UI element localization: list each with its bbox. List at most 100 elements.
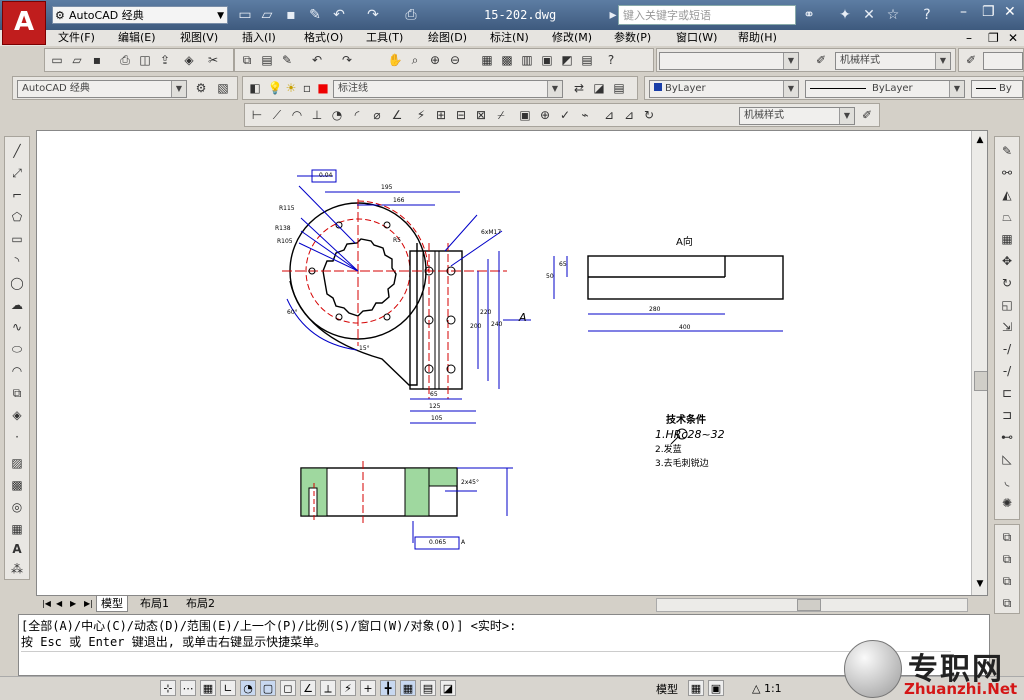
workspace-switch-icon[interactable]: ▧ [215, 80, 231, 96]
vertical-scrollbar[interactable]: ▲ ▼ [971, 131, 987, 595]
binoculars-icon[interactable]: ⚭ [800, 6, 818, 24]
angular-icon[interactable]: ∠ [389, 107, 405, 123]
quick-dim-icon[interactable]: ⚡ [413, 107, 429, 123]
tablestyle-dropdown[interactable] [983, 52, 1023, 70]
copy-icon[interactable]: ⧉ [239, 52, 255, 68]
workspace-dropdown[interactable]: ⚙ AutoCAD 经典 ▼ [52, 6, 228, 24]
osnap-icon[interactable]: ▢ [260, 680, 276, 696]
menu-draw[interactable]: 绘图(D) [428, 30, 467, 46]
arc-icon[interactable]: ◝ [9, 253, 25, 269]
add-selected-icon[interactable]: ⁂ [9, 561, 25, 577]
quick-properties-icon[interactable]: ▦ [400, 680, 416, 696]
dimstyle-icon[interactable]: ✐ [813, 52, 829, 68]
menu-dimension[interactable]: 标注(N) [490, 30, 529, 46]
trim-icon[interactable]: -/ [999, 341, 1015, 357]
ortho-icon[interactable]: ∟ [220, 680, 236, 696]
tab-layout2[interactable]: 布局2 [182, 596, 219, 611]
help-icon[interactable]: ? [918, 6, 936, 24]
menu-help[interactable]: 帮助(H) [738, 30, 777, 46]
tab-prev-icon[interactable]: ◀ [52, 596, 66, 611]
ordinate-icon[interactable]: ⊥ [309, 107, 325, 123]
infer-constraints-icon[interactable]: ⊹ [160, 680, 176, 696]
save-as-icon[interactable]: ✎ [306, 6, 324, 24]
3d-osnap-icon[interactable]: ◻ [280, 680, 296, 696]
hatch-icon[interactable]: ▨ [9, 455, 25, 471]
calculator-icon[interactable]: ▤ [579, 52, 595, 68]
break-object-icon[interactable]: ⊐ [999, 407, 1015, 423]
print-icon[interactable]: ⎙ [117, 52, 133, 68]
redo-icon[interactable]: ↷ [339, 52, 355, 68]
jogged-icon[interactable]: ◜ [349, 107, 365, 123]
publish-icon[interactable]: ⇪ [157, 52, 173, 68]
preview-icon[interactable]: ◫ [137, 52, 153, 68]
line-icon[interactable]: ╱ [9, 143, 25, 159]
paste-icon[interactable]: ▤ [259, 52, 275, 68]
diameter-icon[interactable]: ⌀ [369, 107, 385, 123]
baseline-icon[interactable]: ⊞ [433, 107, 449, 123]
save-icon[interactable]: ▪ [282, 6, 300, 24]
break-at-point-icon[interactable]: ⊏ [999, 385, 1015, 401]
zoom-realtime-icon[interactable]: ⌕ [407, 52, 423, 68]
rotate-icon[interactable]: ↻ [999, 275, 1015, 291]
menu-window[interactable]: 窗口(W) [676, 30, 717, 46]
lineweight-dropdown[interactable]: By [971, 80, 1023, 98]
scroll-down-icon[interactable]: ▼ [973, 577, 987, 591]
zoom-window-icon[interactable]: ⊕ [427, 52, 443, 68]
tab-layout1[interactable]: 布局1 [136, 596, 173, 611]
help-icon[interactable]: ? [603, 52, 619, 68]
scroll-up-icon[interactable]: ▲ [973, 133, 987, 147]
copy-object-icon[interactable]: ⚯ [999, 165, 1015, 181]
construction-line-icon[interactable]: ⤢ [9, 165, 25, 181]
table-icon[interactable]: ▦ [9, 521, 25, 537]
undo-icon[interactable]: ↶ [309, 52, 325, 68]
send-to-back-icon[interactable]: ⧉ [999, 551, 1015, 567]
drawing-canvas[interactable]: A向 A 技术条件 1.HRc28~32 2.发蓝 3.去毛刺锐边 195 16… [36, 130, 988, 596]
dyn-icon[interactable]: ⚡ [340, 680, 356, 696]
menu-tools[interactable]: 工具(T) [366, 30, 403, 46]
layer-dropdown[interactable]: 标注线 ▼ [333, 80, 563, 98]
region-icon[interactable]: ◎ [9, 499, 25, 515]
move-icon[interactable]: ✥ [999, 253, 1015, 269]
spline-icon[interactable]: ∿ [9, 319, 25, 335]
scale-icon[interactable]: ◱ [999, 297, 1015, 313]
redo-icon[interactable]: ↷ [364, 6, 382, 24]
circle-icon[interactable]: ◯ [9, 275, 25, 291]
workspace-settings-icon[interactable]: ⚙ [193, 80, 209, 96]
jog-line-icon[interactable]: ⌁ [577, 107, 593, 123]
layer-previous-icon[interactable]: ◪ [591, 80, 607, 96]
scroll-thumb[interactable] [974, 371, 987, 391]
tool-palettes-icon[interactable]: ▥ [519, 52, 535, 68]
doc-restore-icon[interactable]: ❐ [988, 30, 999, 46]
ellipse-arc-icon[interactable]: ◠ [9, 363, 25, 379]
table-style-icon[interactable]: ✐ [963, 52, 979, 68]
menu-view[interactable]: 视图(V) [180, 30, 218, 46]
layer-states-icon[interactable]: ▤ [611, 80, 627, 96]
polygon-icon[interactable]: ⬠ [9, 209, 25, 225]
pan-icon[interactable]: ✋ [387, 52, 403, 68]
join-icon[interactable]: ⊷ [999, 429, 1015, 445]
arc-length-icon[interactable]: ◠ [289, 107, 305, 123]
insert-block-icon[interactable]: ⧉ [9, 385, 25, 401]
menu-modify[interactable]: 修改(M) [552, 30, 592, 46]
transparency-icon[interactable]: ╋ [380, 680, 396, 696]
model-space-label[interactable]: 模型 [656, 681, 678, 697]
zoom-previous-icon[interactable]: ⊖ [447, 52, 463, 68]
menu-insert[interactable]: 插入(I) [242, 30, 276, 46]
offset-icon[interactable]: ⏢ [999, 209, 1015, 225]
doc-close-icon[interactable]: ✕ [1008, 30, 1018, 46]
inspect-icon[interactable]: ✓ [557, 107, 573, 123]
annotation-monitor-icon[interactable]: ◪ [440, 680, 456, 696]
make-current-icon[interactable]: ⇄ [571, 80, 587, 96]
bring-to-front-icon[interactable]: ⧉ [999, 529, 1015, 545]
annotation-scale[interactable]: △ 1:1 [752, 682, 782, 695]
color-dropdown[interactable]: ByLayer ▼ [649, 80, 799, 98]
extend-icon[interactable]: -/ [999, 363, 1015, 379]
undo-icon[interactable]: ↶ [330, 6, 348, 24]
new-file-icon[interactable]: ▭ [236, 6, 254, 24]
gradient-icon[interactable]: ▩ [9, 477, 25, 493]
lineweight-toggle-icon[interactable]: + [360, 680, 376, 696]
cut-icon[interactable]: ✂ [205, 52, 221, 68]
tab-model[interactable]: 模型 [96, 596, 128, 612]
h-scroll-thumb[interactable] [797, 599, 821, 611]
workspace-combo[interactable]: AutoCAD 经典 ▼ [17, 80, 187, 98]
